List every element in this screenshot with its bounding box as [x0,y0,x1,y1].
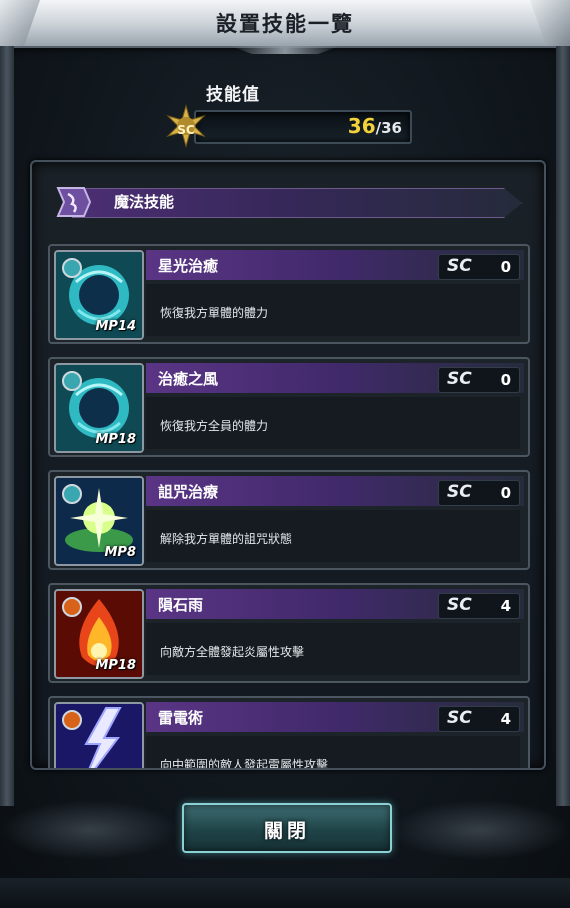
skill-description: 向中範圍的敵人發起雷屬性攻擊 [160,758,329,770]
skill-icon-box: MP8 [54,476,144,566]
skill-description: 恢復我方單體的體力 [160,306,269,320]
skill-sc-box: SC 0 [438,367,520,393]
skill-description: 向敵方全體發起炎屬性攻擊 [160,645,305,659]
skill-sc-value: 0 [500,258,511,276]
sc-label: SC [447,482,472,502]
skill-points-label: 技能值 [206,85,260,105]
skill-card[interactable]: MP14 星光治癒 SC 0 恢復我方單體的體力 [48,244,530,344]
skill-card[interactable]: 雷電術 SC 4 向中範圍的敵人發起雷屬性攻擊 [48,696,530,770]
element-badge-icon [62,484,82,504]
category-header: 魔法技能 [54,184,522,220]
skill-icon-box: MP14 [54,250,144,340]
category-title: 魔法技能 [114,193,175,211]
sc-label: SC [447,595,472,615]
skill-list-panel[interactable]: 魔法技能 MP14 星光治癒 SC 0 恢復我方單體的體力 MP18 治癒之風 … [30,160,546,770]
skill-sc-box: SC 4 [438,706,520,732]
skill-sc-box: SC 0 [438,254,520,280]
skill-sc-box: SC 4 [438,593,520,619]
frame-right [556,46,570,806]
bottom-ornament-left [0,800,180,860]
skill-icon-box [54,702,144,768]
skill-description: 解除我方單體的詛咒狀態 [160,532,293,546]
frame-left [0,46,14,806]
skill-points-current: 36 [347,114,376,138]
skill-name: 雷電術 [158,709,204,727]
element-badge-icon [62,710,82,730]
sc-star-icon: SC [164,104,208,148]
skill-points-max: /36 [375,119,402,137]
sc-label: SC [447,708,472,728]
skill-points-value: 36/36 [348,114,402,138]
page-title: 設置技能一覽 [216,12,354,36]
skill-sc-value: 4 [500,710,511,728]
skill-icon-box: MP18 [54,363,144,453]
close-button[interactable]: 關閉 [182,803,392,853]
skill-mp: MP18 [95,432,136,447]
bottom-ornament-right [390,800,570,860]
element-badge-icon [62,371,82,391]
skill-name: 詛咒治療 [158,483,219,501]
skill-mp: MP18 [95,658,136,673]
skill-description: 恢復我方全員的體力 [160,419,269,433]
skill-sc-value: 0 [500,371,511,389]
skill-icon-box: MP18 [54,589,144,679]
sc-label: SC [447,369,472,389]
title-bar: 設置技能一覽 [0,0,570,48]
bottom-border [0,878,570,908]
skill-mp: MP8 [104,545,136,560]
skill-card[interactable]: MP18 治癒之風 SC 0 恢復我方全員的體力 [48,357,530,457]
skill-name: 隕石雨 [158,596,204,614]
element-badge-icon [62,258,82,278]
skill-name: 治癒之風 [158,370,219,388]
element-badge-icon [62,597,82,617]
skill-sc-value: 4 [500,597,511,615]
skill-points-bar: 36/36 [194,110,412,144]
skill-card[interactable]: MP18 隕石雨 SC 4 向敵方全體發起炎屬性攻擊 [48,583,530,683]
skill-mp: MP14 [95,319,136,334]
skill-sc-box: SC 0 [438,480,520,506]
skill-card[interactable]: MP8 詛咒治療 SC 0 解除我方單體的詛咒狀態 [48,470,530,570]
magic-category-icon [54,184,92,220]
sc-label: SC [447,256,472,276]
sc-icon-text: SC [177,123,195,137]
close-button-label: 關閉 [263,820,310,842]
skill-sc-value: 0 [500,484,511,502]
skill-name: 星光治癒 [158,257,219,275]
